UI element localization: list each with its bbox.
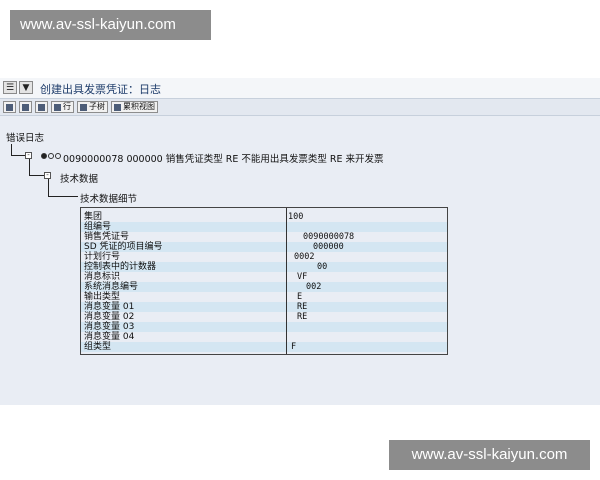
detail-label: 消息标识 [84,272,121,282]
detail-value: 0002 [294,252,315,262]
detail-label: 控制表中的计数器 [84,262,157,272]
detail-label: 系统消息编号 [84,282,139,292]
row-button-label: 行 [63,102,71,111]
detail-value: 100 [288,212,304,222]
expand-icon [22,103,29,111]
system-menu-icon[interactable]: ☰ [3,81,17,94]
detail-label: 组编号 [84,222,112,232]
status-error-icon [41,153,47,159]
detail-row: 系统消息编号 002 [81,282,447,292]
cumulative-view-button[interactable]: 累积视图 [111,101,158,113]
tree-root-label[interactable]: 错误日志 [6,130,44,144]
detail-label: 销售凭证号 [84,232,130,242]
detail-value: E [297,292,303,302]
details-button[interactable] [3,101,16,113]
dropdown-arrow-icon[interactable]: ▼ [19,81,33,94]
detail-label: 集团 [84,212,103,222]
status-info-icon [55,153,61,159]
detail-value: VF [297,272,308,282]
tech-data-label[interactable]: 技术数据 [60,171,98,185]
detail-label: 消息变量 03 [84,322,135,332]
detail-row: 输出类型 E [81,292,447,302]
subtree-icon [80,103,87,111]
detail-row: 消息变量 01 RE [81,302,447,312]
detail-value: 00 [317,262,328,272]
detail-value: 002 [306,282,322,292]
row-icon [54,103,61,111]
message-status-icons [41,153,61,159]
expand-button[interactable] [19,101,32,113]
message-line[interactable]: 0090000078 000000 销售凭证类型 RE 不能用出具发票类型 RE… [63,151,384,165]
detail-label: 消息变量 04 [84,332,135,342]
watermark-bottom: www.av-ssl-kaiyun.com [389,440,590,470]
column-divider [286,208,287,354]
collapse-button[interactable] [35,101,48,113]
cumulative-view-button-label: 累积视图 [123,102,155,111]
tree-connector [11,144,12,155]
tree-connector [29,175,44,176]
detail-label: SD 凭证的项目编号 [84,242,163,252]
tree-connector [29,159,30,175]
detail-value: F [291,342,297,352]
detail-row: 消息变量 04 [81,332,447,342]
tree-connector [48,179,49,196]
collapse-node-icon[interactable]: - [44,172,51,179]
detail-row: 消息标识 VF [81,272,447,282]
detail-row: 集团 100 [81,212,447,222]
status-warning-icon [48,153,54,159]
detail-value: RE [297,312,308,322]
window-title: 创建出具发票凭证：日志 [40,83,161,96]
detail-label: 消息变量 01 [84,302,135,312]
detail-value: RE [297,302,308,312]
detail-value: 0090000078 [303,232,355,242]
detail-label: 组类型 [84,342,112,352]
collapse-icon [38,103,45,111]
detail-row: 组编号 [81,222,447,232]
subtree-button[interactable]: 子树 [77,101,108,113]
detail-label: 计划行号 [84,252,121,262]
magnifier-icon [6,103,13,111]
row-button[interactable]: 行 [51,101,74,113]
detail-row: SD 凭证的项目编号 000000 [81,242,447,252]
detail-row: 组类型 F [81,342,447,352]
tech-detail-label[interactable]: 技术数据细节 [80,191,137,205]
detail-label: 消息变量 02 [84,312,135,322]
cumulative-view-icon [114,103,121,111]
detail-row: 计划行号 0002 [81,252,447,262]
detail-row: 控制表中的计数器 00 [81,262,447,272]
toolbar: 行 子树 累积视图 [0,99,600,116]
subtree-button-label: 子树 [89,102,105,111]
watermark-top: www.av-ssl-kaiyun.com [10,10,211,40]
tree-connector [48,196,78,197]
detail-row: 消息变量 02 RE [81,312,447,322]
collapse-node-icon[interactable]: - [25,152,32,159]
detail-row: 销售凭证号 0090000078 [81,232,447,242]
tech-detail-table: 集团 100 组编号 销售凭证号 0090000078 SD 凭证的项目编号 0… [80,207,448,355]
detail-value: 000000 [313,242,344,252]
title-bar: ☰ ▼ 创建出具发票凭证：日志 [0,78,600,99]
title-icons: ☰ ▼ [3,81,33,94]
detail-row: 消息变量 03 [81,322,447,332]
detail-label: 输出类型 [84,292,121,302]
tree-connector [11,155,25,156]
